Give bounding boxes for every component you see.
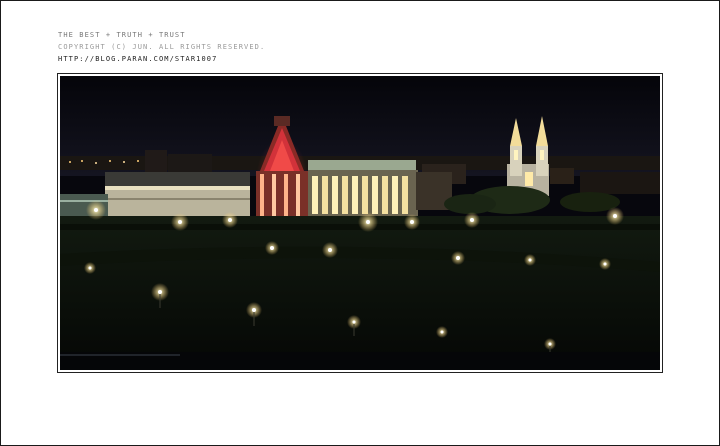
embankment	[60, 216, 660, 370]
caption-blog-url[interactable]: HTTP://BLOG.PARAN.COM/STAR1007	[58, 55, 217, 63]
caption-motto: THE BEST + TRUTH + TRUST	[58, 31, 186, 39]
night-city-photo	[60, 76, 660, 370]
caption-copyright: COPYRIGHT (C) JUN. ALL RIGHTS RESERVED.	[58, 43, 266, 51]
